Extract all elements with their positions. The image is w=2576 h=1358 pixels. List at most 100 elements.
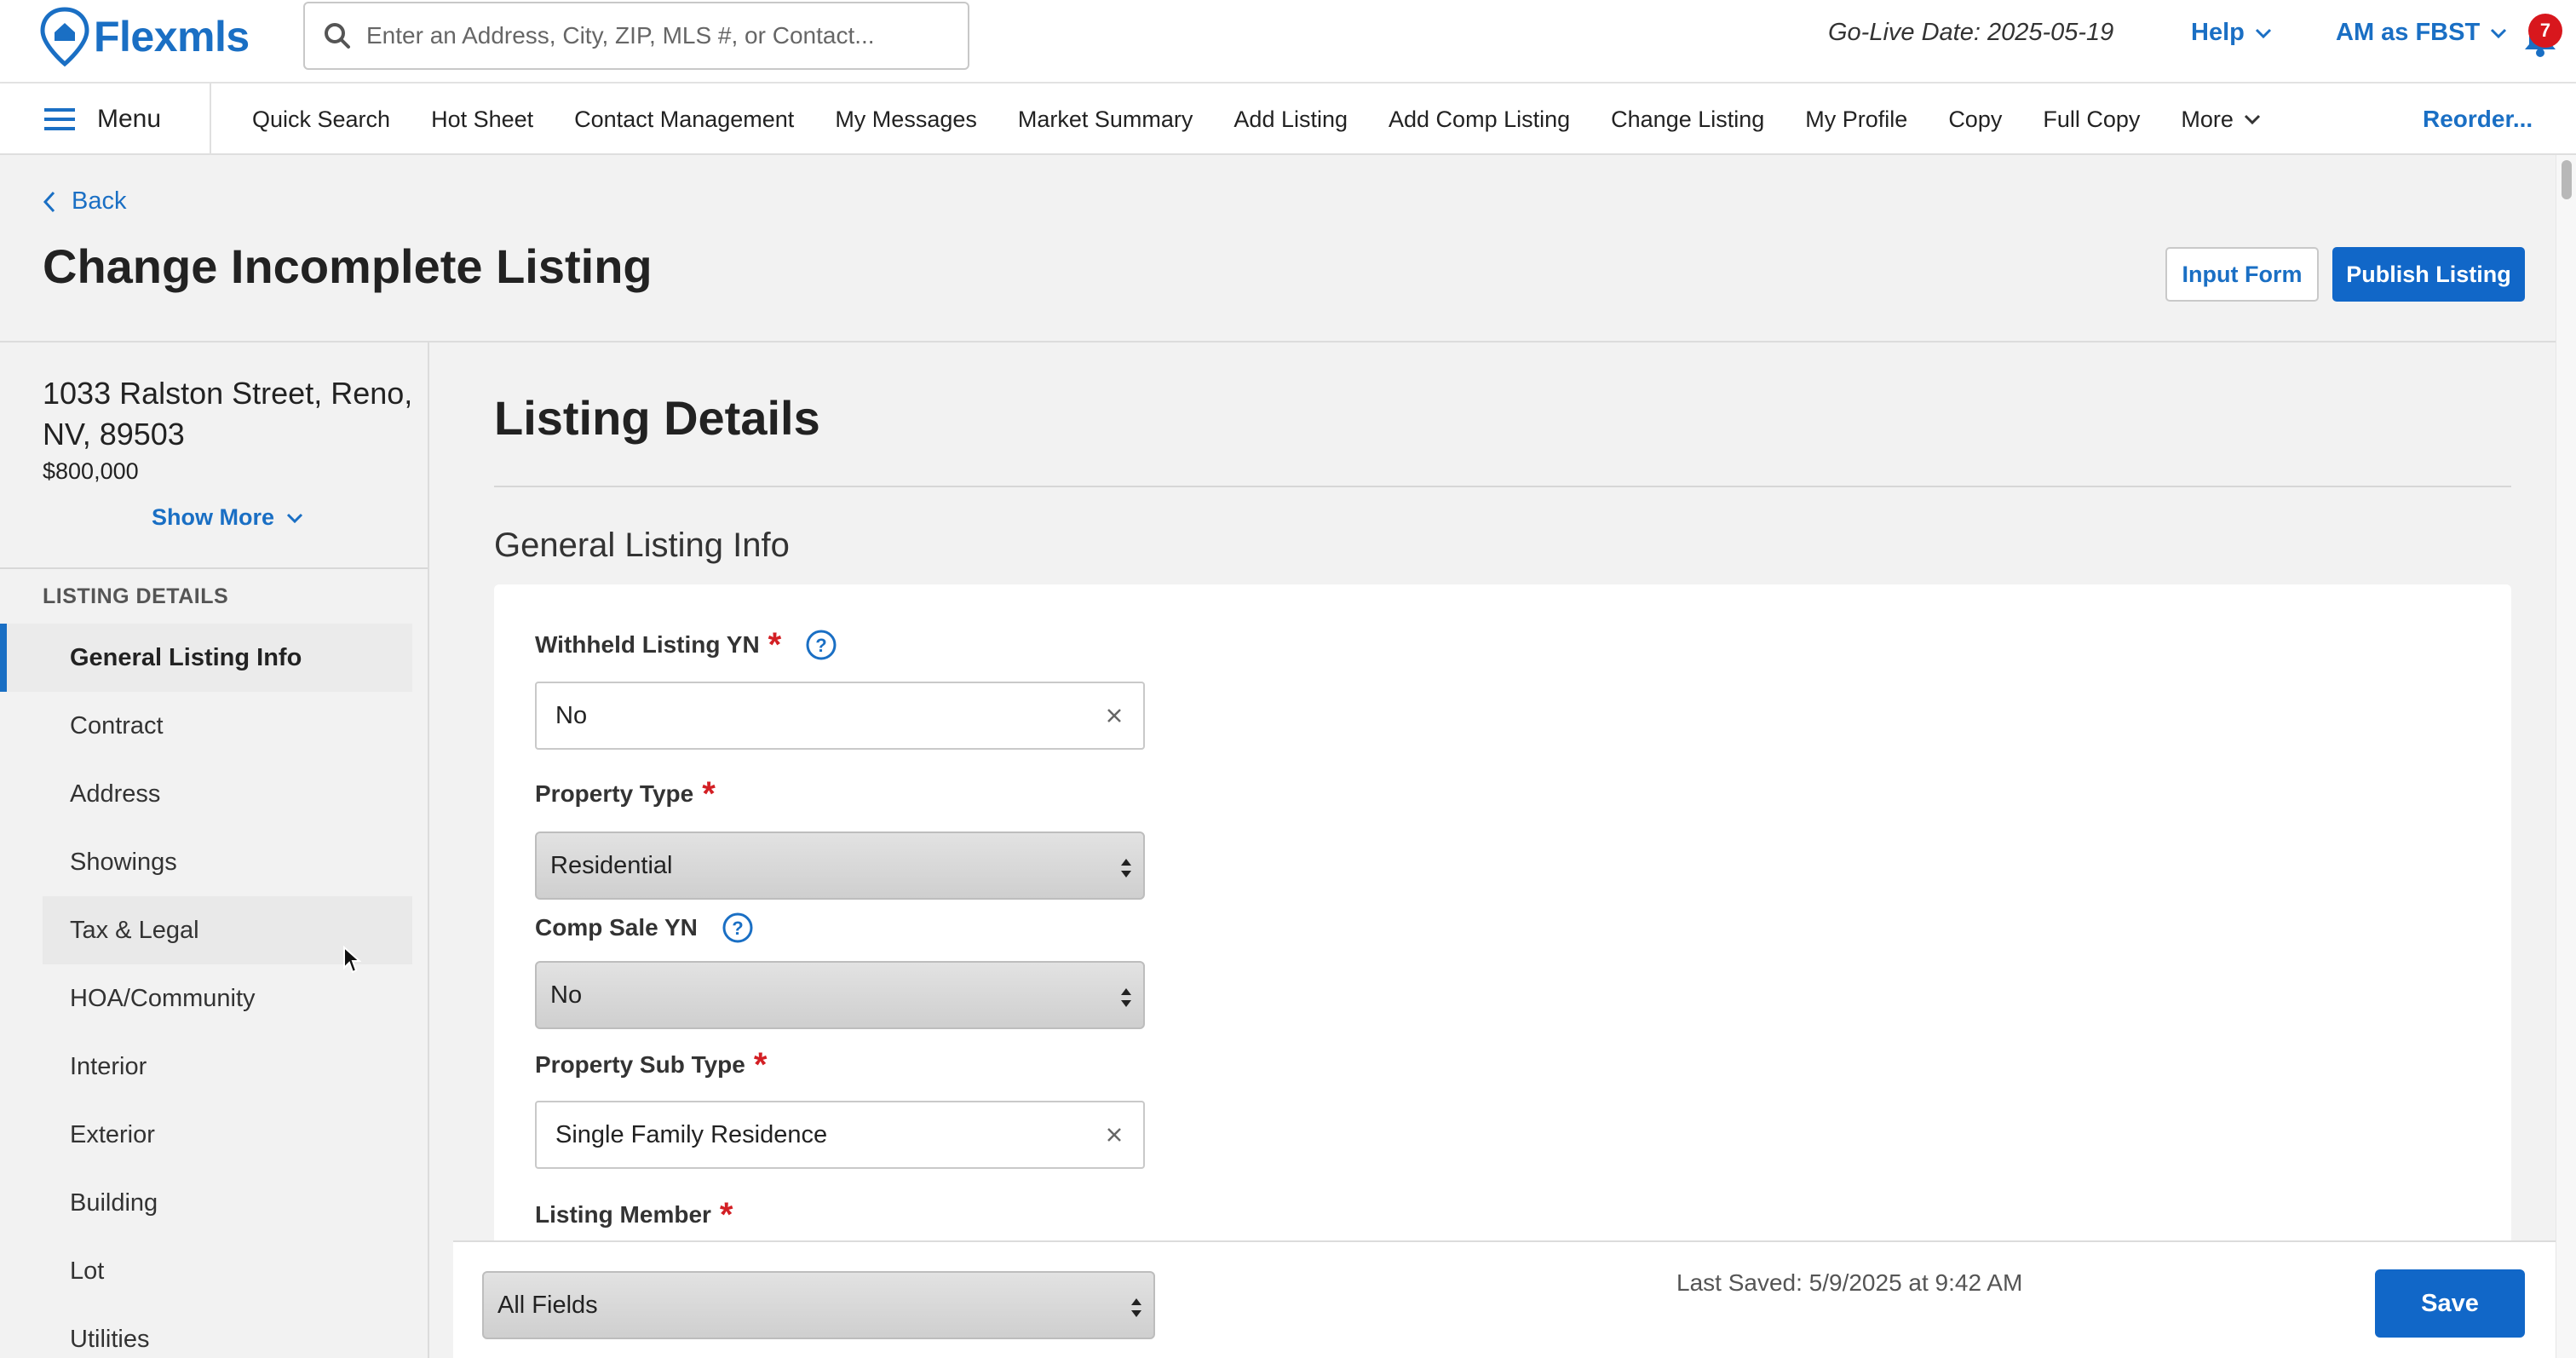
search-input[interactable]	[366, 22, 929, 49]
page-title: Change Incomplete Listing	[43, 239, 653, 293]
nav-add-comp-listing[interactable]: Add Comp Listing	[1389, 106, 1570, 133]
go-live-date: Go-Live Date: 2025-05-19	[1828, 19, 2114, 46]
help-menu[interactable]: Help	[2191, 19, 2272, 47]
sidebar-item-utilities[interactable]: Utilities	[0, 1305, 412, 1358]
field-view-value: All Fields	[497, 1291, 598, 1319]
home-pin-icon	[40, 7, 89, 67]
main-content: Listing Details General Listing Info Wit…	[453, 342, 2556, 1240]
required-mark: *	[702, 775, 716, 813]
required-mark: *	[768, 626, 782, 664]
nav-links: Quick Search Hot Sheet Contact Managemen…	[252, 83, 2261, 155]
nav-quick-search[interactable]: Quick Search	[252, 106, 390, 133]
sidebar-item-lot[interactable]: Lot	[0, 1237, 412, 1305]
listing-sidebar: 1033 Ralston Street, Reno, NV, 89503 $80…	[0, 342, 429, 1358]
nav-more-label: More	[2181, 106, 2234, 132]
svg-text:?: ?	[732, 918, 743, 939]
help-label: Help	[2191, 19, 2245, 46]
sidebar-item-hoa-community[interactable]: HOA/Community	[0, 964, 412, 1033]
select-arrows-icon	[1121, 859, 1131, 878]
withheld-listing-label-text: Withheld Listing YN	[535, 631, 760, 658]
property-sub-type-field[interactable]: Single Family Residence	[535, 1101, 1145, 1169]
comp-sale-select[interactable]: No	[535, 961, 1145, 1029]
account-label: AM as FBST	[2336, 19, 2481, 46]
search-icon	[325, 23, 350, 49]
listing-member-label-text: Listing Member	[535, 1201, 711, 1228]
reorder-link[interactable]: Reorder...	[2423, 83, 2533, 155]
withheld-listing-field[interactable]: No	[535, 682, 1145, 750]
global-search[interactable]	[303, 2, 969, 70]
sidebar-divider	[0, 567, 428, 569]
sidebar-item-showings[interactable]: Showings	[0, 828, 412, 896]
nav-market-summary[interactable]: Market Summary	[1018, 106, 1193, 133]
chevron-down-icon	[286, 513, 303, 523]
scrollbar-thumb[interactable]	[2562, 160, 2572, 199]
back-label: Back	[72, 187, 127, 215]
mouse-cursor-icon	[343, 946, 361, 974]
page-scrollbar[interactable]	[2556, 155, 2576, 1358]
nav-more[interactable]: More	[2181, 106, 2261, 133]
flexmls-logo[interactable]: Flexmls	[39, 7, 250, 67]
nav-contact-management[interactable]: Contact Management	[574, 106, 794, 133]
required-mark: *	[719, 1196, 733, 1234]
close-icon[interactable]	[1101, 1121, 1128, 1148]
required-mark: *	[753, 1046, 768, 1084]
last-saved-status: Last Saved: 5/9/2025 at 9:42 AM	[1676, 1269, 2023, 1296]
general-info-card: Withheld Listing YN * ? No Property Type…	[494, 584, 2511, 1240]
sidebar-item-exterior[interactable]: Exterior	[0, 1101, 412, 1169]
sidebar-section-header: LISTING DETAILS	[43, 584, 229, 608]
back-link[interactable]: Back	[43, 187, 126, 216]
listing-member-label: Listing Member *	[535, 1196, 733, 1234]
sidebar-item-address[interactable]: Address	[0, 760, 412, 828]
nav-divider	[210, 83, 211, 155]
sidebar-item-building[interactable]: Building	[0, 1169, 412, 1237]
menu-label: Menu	[97, 105, 162, 133]
input-form-button[interactable]: Input Form	[2165, 247, 2319, 302]
field-view-select[interactable]: All Fields	[482, 1271, 1155, 1339]
property-type-select[interactable]: Residential	[535, 831, 1145, 900]
comp-sale-value: No	[550, 981, 583, 1009]
top-bar: Flexmls Go-Live Date: 2025-05-19 Help AM…	[0, 0, 2576, 83]
publish-listing-button[interactable]: Publish Listing	[2332, 247, 2525, 302]
close-icon[interactable]	[1101, 702, 1128, 729]
select-arrows-icon	[1121, 988, 1131, 1007]
nav-add-listing[interactable]: Add Listing	[1233, 106, 1348, 133]
chevron-down-icon	[2244, 114, 2260, 125]
hamburger-icon	[44, 108, 75, 130]
menu-button[interactable]: Menu	[44, 83, 161, 155]
account-menu[interactable]: AM as FBST	[2336, 19, 2507, 47]
nav-my-profile[interactable]: My Profile	[1805, 106, 1907, 133]
section-divider	[494, 486, 2511, 487]
show-more-toggle[interactable]: Show More	[152, 504, 303, 531]
chevron-left-icon	[43, 191, 55, 212]
chevron-down-icon	[2491, 28, 2507, 38]
listing-price: $800,000	[43, 458, 139, 484]
nav-full-copy[interactable]: Full Copy	[2043, 106, 2140, 133]
bottom-action-bar: All Fields Last Saved: 5/9/2025 at 9:42 …	[453, 1240, 2556, 1358]
main-nav: Menu Quick Search Hot Sheet Contact Mana…	[0, 83, 2576, 155]
sidebar-nav: General Listing Info Contract Address Sh…	[0, 624, 412, 1358]
help-circle-icon[interactable]: ?	[722, 912, 754, 944]
withheld-listing-label: Withheld Listing YN * ?	[535, 626, 837, 664]
nav-copy[interactable]: Copy	[1948, 106, 2002, 133]
notification-count-badge: 7	[2528, 14, 2562, 48]
property-type-label: Property Type *	[535, 775, 716, 813]
page-header: Back Change Incomplete Listing Input For…	[0, 155, 2556, 342]
nav-my-messages[interactable]: My Messages	[835, 106, 977, 133]
sidebar-item-general-listing-info[interactable]: General Listing Info	[0, 624, 412, 692]
property-sub-type-label-text: Property Sub Type	[535, 1051, 745, 1078]
save-button[interactable]: Save	[2375, 1269, 2525, 1338]
property-type-value: Residential	[550, 851, 673, 879]
property-type-label-text: Property Type	[535, 780, 694, 807]
select-arrows-icon	[1131, 1298, 1141, 1317]
show-more-label: Show More	[152, 504, 275, 530]
section-title: Listing Details	[494, 391, 820, 445]
property-sub-type-value: Single Family Residence	[555, 1120, 828, 1148]
sidebar-item-interior[interactable]: Interior	[0, 1033, 412, 1101]
logo-text: Flexmls	[94, 13, 250, 60]
nav-hot-sheet[interactable]: Hot Sheet	[431, 106, 533, 133]
nav-change-listing[interactable]: Change Listing	[1611, 106, 1764, 133]
chevron-down-icon	[2255, 28, 2271, 38]
help-circle-icon[interactable]: ?	[805, 629, 837, 661]
comp-sale-label-text: Comp Sale YN	[535, 914, 698, 941]
sidebar-item-contract[interactable]: Contract	[0, 692, 412, 760]
